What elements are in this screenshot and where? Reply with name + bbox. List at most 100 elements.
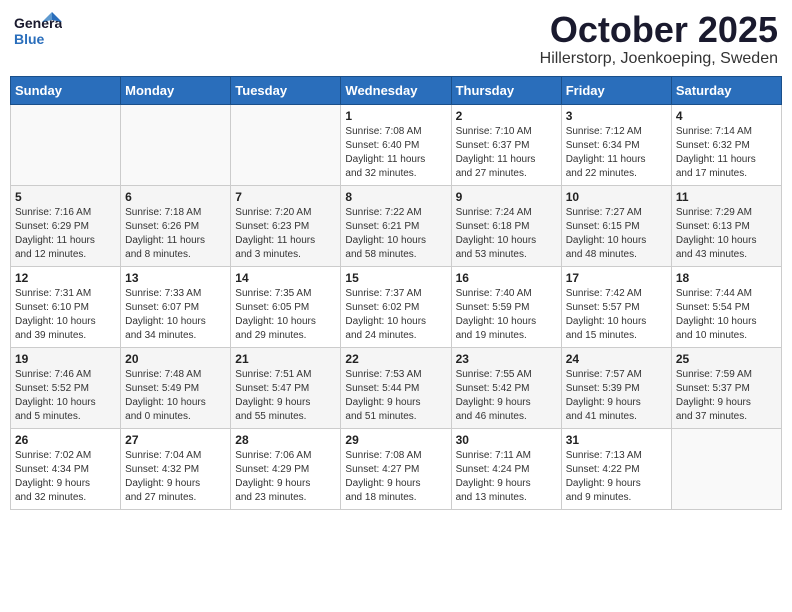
day-info: Sunrise: 7:08 AM Sunset: 4:27 PM Dayligh… (345, 449, 446, 505)
calendar-cell: 21 Sunrise: 7:51 AM Sunset: 5:47 PM Dayli… (231, 347, 341, 428)
weekday-header-tuesday: Tuesday (231, 76, 341, 104)
weekday-header-monday: Monday (121, 76, 231, 104)
day-info: Sunrise: 7:48 AM Sunset: 5:49 PM Dayligh… (125, 368, 226, 424)
day-info: Sunrise: 7:31 AM Sunset: 6:10 PM Dayligh… (15, 287, 116, 343)
day-info: Sunrise: 7:40 AM Sunset: 5:59 PM Dayligh… (456, 287, 557, 343)
day-number: 10 (566, 190, 667, 204)
day-number: 25 (676, 352, 777, 366)
day-info: Sunrise: 7:29 AM Sunset: 6:13 PM Dayligh… (676, 206, 777, 262)
calendar-cell: 12 Sunrise: 7:31 AM Sunset: 6:10 PM Dayli… (11, 266, 121, 347)
calendar-row-1: 5 Sunrise: 7:16 AM Sunset: 6:29 PM Daylig… (11, 185, 782, 266)
calendar-cell (11, 104, 121, 185)
calendar-row-0: 1Sunrise: 7:08 AM Sunset: 6:40 PM Daylig… (11, 104, 782, 185)
calendar-cell: 1Sunrise: 7:08 AM Sunset: 6:40 PM Daylig… (341, 104, 451, 185)
calendar-cell: 5 Sunrise: 7:16 AM Sunset: 6:29 PM Daylig… (11, 185, 121, 266)
weekday-header-thursday: Thursday (451, 76, 561, 104)
location-title: Hillerstorp, Joenkoeping, Sweden (540, 50, 778, 68)
calendar-cell: 9 Sunrise: 7:24 AM Sunset: 6:18 PM Daylig… (451, 185, 561, 266)
day-number: 6 (125, 190, 226, 204)
calendar-row-2: 12 Sunrise: 7:31 AM Sunset: 6:10 PM Dayli… (11, 266, 782, 347)
calendar-cell: 22 Sunrise: 7:53 AM Sunset: 5:44 PM Dayli… (341, 347, 451, 428)
day-number: 29 (345, 433, 446, 447)
calendar-cell: 26 Sunrise: 7:02 AM Sunset: 4:34 PM Dayli… (11, 428, 121, 509)
day-number: 23 (456, 352, 557, 366)
day-number: 2 (456, 109, 557, 123)
weekday-header-sunday: Sunday (11, 76, 121, 104)
calendar-cell: 23 Sunrise: 7:55 AM Sunset: 5:42 PM Dayli… (451, 347, 561, 428)
day-info: Sunrise: 7:20 AM Sunset: 6:23 PM Dayligh… (235, 206, 336, 262)
logo: General Blue (14, 10, 62, 50)
calendar-cell: 14Sunrise: 7:35 AM Sunset: 6:05 PM Dayli… (231, 266, 341, 347)
day-number: 14 (235, 271, 336, 285)
day-info: Sunrise: 7:02 AM Sunset: 4:34 PM Dayligh… (15, 449, 116, 505)
calendar-cell (671, 428, 781, 509)
calendar-cell: 28 Sunrise: 7:06 AM Sunset: 4:29 PM Dayli… (231, 428, 341, 509)
calendar-cell: 15Sunrise: 7:37 AM Sunset: 6:02 PM Dayli… (341, 266, 451, 347)
calendar-cell: 25 Sunrise: 7:59 AM Sunset: 5:37 PM Dayli… (671, 347, 781, 428)
calendar-cell: 29 Sunrise: 7:08 AM Sunset: 4:27 PM Dayli… (341, 428, 451, 509)
day-info: Sunrise: 7:55 AM Sunset: 5:42 PM Dayligh… (456, 368, 557, 424)
day-number: 31 (566, 433, 667, 447)
day-info: Sunrise: 7:14 AM Sunset: 6:32 PM Dayligh… (676, 125, 777, 181)
calendar-cell: 19 Sunrise: 7:46 AM Sunset: 5:52 PM Dayli… (11, 347, 121, 428)
day-number: 17 (566, 271, 667, 285)
calendar-cell: 27Sunrise: 7:04 AM Sunset: 4:32 PM Dayli… (121, 428, 231, 509)
day-info: Sunrise: 7:57 AM Sunset: 5:39 PM Dayligh… (566, 368, 667, 424)
calendar-cell (121, 104, 231, 185)
weekday-header-friday: Friday (561, 76, 671, 104)
day-info: Sunrise: 7:18 AM Sunset: 6:26 PM Dayligh… (125, 206, 226, 262)
calendar-row-4: 26 Sunrise: 7:02 AM Sunset: 4:34 PM Dayli… (11, 428, 782, 509)
day-number: 11 (676, 190, 777, 204)
calendar-cell: 8Sunrise: 7:22 AM Sunset: 6:21 PM Daylig… (341, 185, 451, 266)
day-info: Sunrise: 7:24 AM Sunset: 6:18 PM Dayligh… (456, 206, 557, 262)
day-info: Sunrise: 7:13 AM Sunset: 4:22 PM Dayligh… (566, 449, 667, 505)
day-number: 5 (15, 190, 116, 204)
day-number: 9 (456, 190, 557, 204)
day-number: 22 (345, 352, 446, 366)
calendar-cell: 13Sunrise: 7:33 AM Sunset: 6:07 PM Dayli… (121, 266, 231, 347)
calendar-cell: 24Sunrise: 7:57 AM Sunset: 5:39 PM Dayli… (561, 347, 671, 428)
calendar-cell: 18Sunrise: 7:44 AM Sunset: 5:54 PM Dayli… (671, 266, 781, 347)
day-number: 19 (15, 352, 116, 366)
day-number: 7 (235, 190, 336, 204)
calendar-cell: 4 Sunrise: 7:14 AM Sunset: 6:32 PM Daylig… (671, 104, 781, 185)
day-info: Sunrise: 7:46 AM Sunset: 5:52 PM Dayligh… (15, 368, 116, 424)
day-info: Sunrise: 7:33 AM Sunset: 6:07 PM Dayligh… (125, 287, 226, 343)
calendar-cell: 7 Sunrise: 7:20 AM Sunset: 6:23 PM Daylig… (231, 185, 341, 266)
weekday-header-wednesday: Wednesday (341, 76, 451, 104)
day-number: 16 (456, 271, 557, 285)
day-info: Sunrise: 7:06 AM Sunset: 4:29 PM Dayligh… (235, 449, 336, 505)
weekday-header-row: SundayMondayTuesdayWednesdayThursdayFrid… (11, 76, 782, 104)
day-info: Sunrise: 7:16 AM Sunset: 6:29 PM Dayligh… (15, 206, 116, 262)
calendar-cell: 3Sunrise: 7:12 AM Sunset: 6:34 PM Daylig… (561, 104, 671, 185)
day-number: 21 (235, 352, 336, 366)
day-info: Sunrise: 7:10 AM Sunset: 6:37 PM Dayligh… (456, 125, 557, 181)
calendar-table: SundayMondayTuesdayWednesdayThursdayFrid… (10, 76, 782, 510)
calendar-cell (231, 104, 341, 185)
calendar-cell: 16 Sunrise: 7:40 AM Sunset: 5:59 PM Dayli… (451, 266, 561, 347)
svg-text:Blue: Blue (14, 31, 45, 47)
day-number: 28 (235, 433, 336, 447)
day-info: Sunrise: 7:59 AM Sunset: 5:37 PM Dayligh… (676, 368, 777, 424)
calendar-cell: 31 Sunrise: 7:13 AM Sunset: 4:22 PM Dayli… (561, 428, 671, 509)
month-title: October 2025 (540, 10, 778, 50)
day-info: Sunrise: 7:04 AM Sunset: 4:32 PM Dayligh… (125, 449, 226, 505)
day-info: Sunrise: 7:22 AM Sunset: 6:21 PM Dayligh… (345, 206, 446, 262)
day-number: 20 (125, 352, 226, 366)
day-number: 4 (676, 109, 777, 123)
day-info: Sunrise: 7:11 AM Sunset: 4:24 PM Dayligh… (456, 449, 557, 505)
day-number: 15 (345, 271, 446, 285)
calendar-cell: 2 Sunrise: 7:10 AM Sunset: 6:37 PM Daylig… (451, 104, 561, 185)
day-info: Sunrise: 7:12 AM Sunset: 6:34 PM Dayligh… (566, 125, 667, 181)
calendar-cell: 17 Sunrise: 7:42 AM Sunset: 5:57 PM Dayli… (561, 266, 671, 347)
day-info: Sunrise: 7:51 AM Sunset: 5:47 PM Dayligh… (235, 368, 336, 424)
day-number: 26 (15, 433, 116, 447)
weekday-header-saturday: Saturday (671, 76, 781, 104)
page-header: General Blue October 2025 Hillerstorp, J… (10, 10, 782, 68)
day-number: 1 (345, 109, 446, 123)
day-number: 12 (15, 271, 116, 285)
calendar-title-area: October 2025 Hillerstorp, Joenkoeping, S… (540, 10, 778, 68)
calendar-cell: 6 Sunrise: 7:18 AM Sunset: 6:26 PM Daylig… (121, 185, 231, 266)
day-info: Sunrise: 7:42 AM Sunset: 5:57 PM Dayligh… (566, 287, 667, 343)
day-info: Sunrise: 7:53 AM Sunset: 5:44 PM Dayligh… (345, 368, 446, 424)
